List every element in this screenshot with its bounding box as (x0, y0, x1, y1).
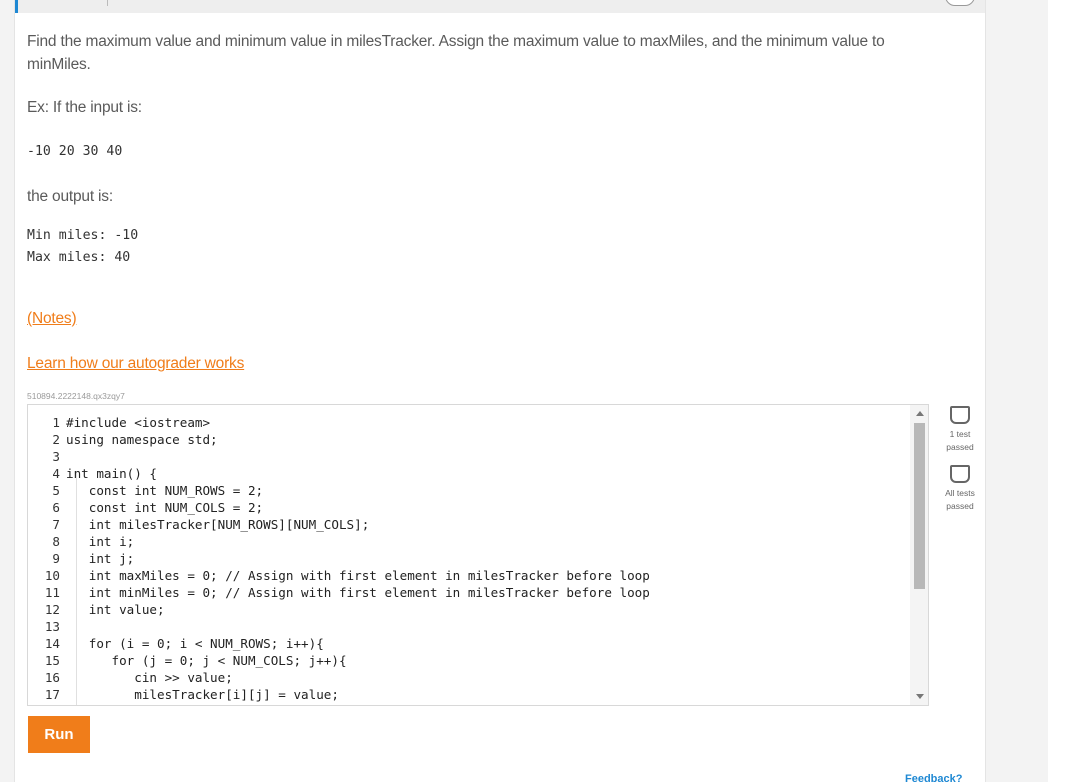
code-text[interactable]: for (i = 0; i < NUM_ROWS; i++){ (66, 635, 324, 652)
code-text[interactable]: const int NUM_ROWS = 2; (66, 482, 263, 499)
code-lines[interactable]: 1 #include <iostream> 2 using namespace std… (28, 414, 912, 703)
line-number: 16 (44, 670, 60, 685)
run-button[interactable]: Run (28, 716, 90, 753)
feedback-link[interactable]: Feedback? (905, 773, 962, 782)
code-text[interactable]: const int NUM_COLS = 2; (66, 499, 263, 516)
code-line[interactable]: 8 int i; (28, 533, 912, 550)
code-line[interactable]: 16 cin >> value; (28, 669, 912, 686)
problem-description: Find the maximum value and minimum value… (27, 33, 885, 73)
example-intro: Ex: If the input is: (27, 99, 142, 116)
scroll-down-arrow-icon[interactable] (916, 694, 924, 699)
code-text[interactable]: milesTracker[i][j] = value; (66, 686, 339, 703)
checkbox-icon (950, 406, 970, 424)
line-number: 6 (52, 500, 60, 515)
top-divider (107, 0, 108, 6)
output-intro: the output is: (27, 188, 113, 205)
line-number: 15 (44, 653, 60, 668)
code-line[interactable]: 14 for (i = 0; i < NUM_ROWS; i++){ (28, 635, 912, 652)
test-one-label-line-2: passed (946, 442, 974, 452)
code-line[interactable]: 9 int j; (28, 550, 912, 567)
test-all-label-line-2: passed (946, 501, 974, 511)
line-number: 3 (52, 449, 60, 464)
notes-link[interactable]: (Notes) (27, 310, 77, 327)
checkbox-icon (950, 465, 970, 483)
code-line[interactable]: 12 int value; (28, 601, 912, 618)
line-number: 8 (52, 534, 60, 549)
code-line[interactable]: 4 int main() { (28, 465, 912, 482)
line-number: 4 (52, 466, 60, 481)
code-text[interactable]: #include <iostream> (66, 414, 210, 431)
example-input: -10 20 30 40 (27, 144, 123, 159)
line-number: 10 (44, 568, 60, 583)
problem-id: 510894.2222148.qx3zqy7 (27, 391, 125, 401)
test-all-label-line-1: All tests (945, 488, 975, 498)
example-output-line-1: Min miles: -10 (27, 228, 139, 243)
top-accent-bar (15, 0, 18, 13)
code-text[interactable]: int minMiles = 0; // Assign with first e… (66, 584, 650, 601)
line-number: 1 (52, 415, 60, 430)
code-line[interactable]: 15 for (j = 0; j < NUM_COLS; j++){ (28, 652, 912, 669)
line-number: 14 (44, 636, 60, 651)
code-text[interactable]: int milesTracker[NUM_ROWS][NUM_COLS]; (66, 516, 370, 533)
code-line[interactable]: 11 int minMiles = 0; // Assign with firs… (28, 584, 912, 601)
line-number: 7 (52, 517, 60, 532)
code-line[interactable]: 6 const int NUM_COLS = 2; (28, 499, 912, 516)
line-number: 5 (52, 483, 60, 498)
line-number: 12 (44, 602, 60, 617)
line-number: 2 (52, 432, 60, 447)
code-line[interactable]: 13 (28, 618, 912, 635)
right-gutter (1048, 0, 1085, 782)
line-number: 17 (44, 687, 60, 702)
editor-scrollbar[interactable] (910, 405, 928, 705)
code-text[interactable]: int value; (66, 601, 165, 618)
test-result-one: 1 test passed (939, 406, 981, 454)
example-output-line-2: Max miles: 40 (27, 250, 131, 265)
test-result-all: All tests passed (939, 465, 981, 513)
top-band (15, 0, 985, 13)
code-text[interactable]: int i; (66, 533, 135, 550)
test-one-label-line-1: 1 test (949, 429, 971, 439)
code-text[interactable]: int j; (66, 550, 135, 567)
code-text[interactable]: int main() { (66, 465, 157, 482)
code-text[interactable]: for (j = 0; j < NUM_COLS; j++){ (66, 652, 346, 669)
code-editor[interactable]: 1 #include <iostream> 2 using namespace std… (27, 404, 929, 706)
line-number: 11 (44, 585, 60, 600)
code-line[interactable]: 5 const int NUM_ROWS = 2; (28, 482, 912, 499)
code-line[interactable]: 17 milesTracker[i][j] = value; (28, 686, 912, 703)
challenge-card: Find the maximum value and minimum value… (14, 0, 986, 782)
code-line[interactable]: 3 (28, 448, 912, 465)
scroll-up-arrow-icon[interactable] (916, 411, 924, 416)
code-line[interactable]: 2 using namespace std; (28, 431, 912, 448)
code-line[interactable]: 7 int milesTracker[NUM_ROWS][NUM_COLS]; (28, 516, 912, 533)
code-text[interactable]: int maxMiles = 0; // Assign with first e… (66, 567, 650, 584)
code-line[interactable]: 10 int maxMiles = 0; // Assign with firs… (28, 567, 912, 584)
scroll-thumb[interactable] (914, 423, 925, 589)
code-text[interactable]: cin >> value; (66, 669, 233, 686)
line-number: 9 (52, 551, 60, 566)
code-text[interactable]: using namespace std; (66, 431, 218, 448)
autograder-link[interactable]: Learn how our autograder works (27, 355, 244, 372)
code-line[interactable]: 1 #include <iostream> (28, 414, 912, 431)
line-number: 13 (44, 619, 60, 634)
